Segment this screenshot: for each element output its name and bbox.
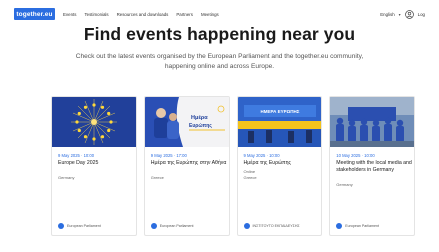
organiser-logo-icon — [336, 223, 343, 229]
event-title[interactable]: Ημέρα της Ευρώπης — [244, 160, 320, 167]
event-card[interactable]: 10 May 2025 · 10:00 Meeting with the loc… — [329, 96, 415, 236]
organiser-name: European Parliament — [345, 224, 380, 228]
event-date: 9 May 2025 · 17:00 — [150, 153, 187, 158]
svg-text:Ημέρα: Ημέρα — [191, 115, 208, 121]
event-organiser: European Parliament — [58, 223, 101, 229]
event-location: Germany — [336, 182, 353, 187]
event-date: 9 May 2025 · 10:00 — [58, 153, 95, 158]
organiser-logo-icon — [150, 223, 157, 229]
organiser-logo-icon — [243, 223, 250, 229]
event-card[interactable]: 9 May 2025 · 10:00 Europe Day 2025 Germa… — [51, 96, 137, 236]
event-location: Greece — [243, 175, 257, 180]
nav-item-events[interactable]: Events — [63, 12, 76, 17]
chevron-down-icon: ▾ — [398, 11, 401, 17]
event-card[interactable]: ΗΜΕΡΑ ΕΥΡΩΠΗΣ 9 May 2025 · 10:00 Ημέρα τ… — [236, 96, 323, 236]
nav-item-partners[interactable]: Partners — [176, 12, 193, 17]
event-title[interactable]: Ημέρα της Ευρώπης στην Αθήνα — [151, 160, 227, 167]
event-card[interactable]: Ημέρα Ευρώπης 9 May 2025 · 17:00 Ημέρα τ… — [143, 96, 230, 236]
event-image-group-photo — [330, 97, 415, 147]
event-organiser: European Parliament — [336, 223, 379, 229]
page-subtitle: Check out the latest events organised by… — [75, 53, 364, 70]
nav-item-meetings[interactable]: Meetings — [201, 12, 219, 17]
event-title[interactable]: Meeting with the local media and stakeho… — [336, 160, 412, 174]
event-location: Greece — [150, 175, 164, 180]
event-organiser: European Parliament — [150, 223, 194, 229]
event-title[interactable]: Europe Day 2025 — [58, 160, 134, 167]
page-title: Find events happening near you — [83, 24, 356, 44]
organiser-logo-icon — [58, 223, 64, 229]
svg-text:ΗΜΕΡΑ ΕΥΡΩΠΗΣ: ΗΜΕΡΑ ΕΥΡΩΠΗΣ — [260, 109, 299, 114]
event-organiser: ΙΝΣΤΙΤΟΥΤΟ ΕΚΠΑΙΔΕΥΣΗΣ — [243, 223, 300, 229]
organiser-name: European Parliament — [159, 224, 194, 228]
main-nav: Events Testimonials Resources and downlo… — [63, 12, 219, 17]
event-image-stage: ΗΜΕΡΑ ΕΥΡΩΠΗΣ — [237, 97, 322, 147]
nav-item-testimonials[interactable]: Testimonials — [84, 12, 108, 17]
svg-text:Ευρώπης: Ευρώπης — [189, 123, 212, 129]
organiser-name: ΙΝΣΤΙΤΟΥΤΟ ΕΚΠΑΙΔΕΥΣΗΣ — [252, 224, 300, 228]
language-selector[interactable]: English — [380, 12, 394, 17]
event-location: Germany — [58, 175, 75, 180]
organiser-name: European Parliament — [67, 224, 101, 228]
event-image-europe-day-poster: Ημέρα Ευρώπης — [144, 97, 229, 147]
event-location: Online — [243, 169, 256, 174]
user-icon[interactable] — [404, 9, 414, 19]
login-link[interactable]: Log — [418, 12, 425, 17]
event-date: 10 May 2025 · 10:00 — [336, 153, 375, 158]
event-card-list: 9 May 2025 · 10:00 Europe Day 2025 Germa… — [51, 96, 415, 240]
event-image-eu-flag — [52, 97, 136, 147]
nav-item-resources[interactable]: Resources and downloads — [117, 12, 169, 17]
event-date: 9 May 2025 · 10:00 — [243, 153, 280, 158]
header-actions: English ▾ Log — [380, 9, 425, 19]
together-eu-logo[interactable]: together.eu — [14, 8, 55, 20]
